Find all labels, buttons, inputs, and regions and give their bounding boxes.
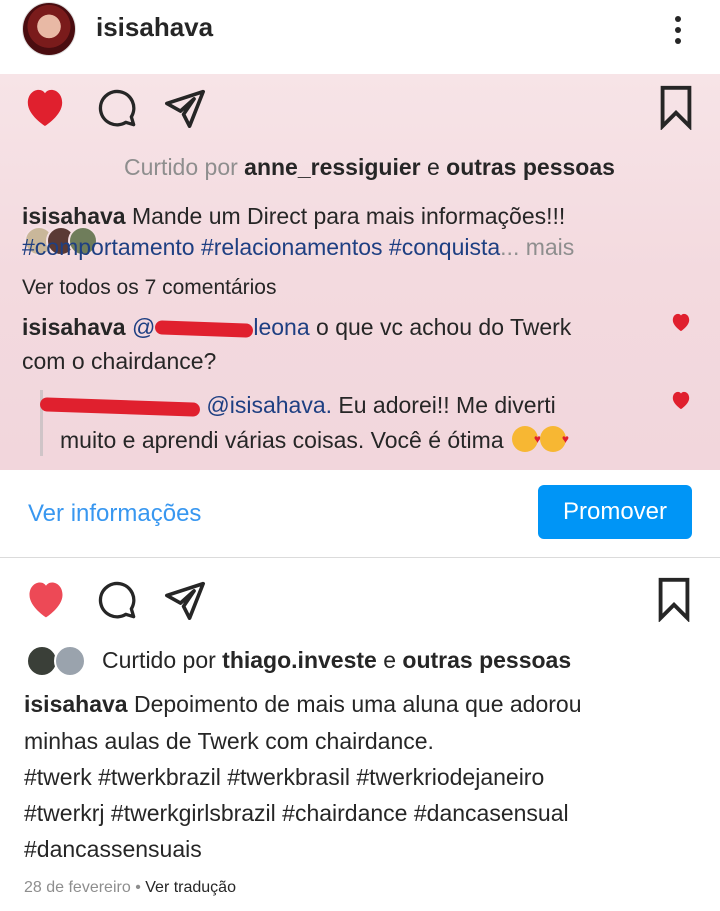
caption-line-2: minhas aulas de Twerk com chairdance. bbox=[24, 728, 434, 754]
kiss-emoji bbox=[540, 426, 569, 452]
post-footer: Curtido por thiago.investe e outras pess… bbox=[0, 558, 720, 911]
post-image: Curtido por anne_ressiguier e outras pes… bbox=[0, 74, 720, 470]
more-link: ... mais bbox=[500, 234, 575, 260]
comment-2-line-2: muito e aprendi várias coisas. Você é ót… bbox=[60, 426, 569, 454]
more-icon[interactable] bbox=[664, 12, 692, 48]
comment-2-line-1: @isisahava. Eu adorei!! Me diverti bbox=[39, 392, 556, 419]
promote-button[interactable]: Promover bbox=[538, 485, 692, 539]
comment-text: o que vc achou do Twerk bbox=[316, 314, 572, 340]
view-comments: Ver todos os 7 comentários bbox=[22, 276, 277, 299]
comment-text: Eu adorei!! Me diverti bbox=[338, 392, 556, 418]
heart-icon[interactable] bbox=[24, 578, 68, 620]
liked-by-others: outras pessoas bbox=[446, 154, 615, 180]
comment-heart-icon bbox=[672, 391, 690, 410]
view-insights-link[interactable]: Ver informações bbox=[28, 500, 201, 528]
liked-by-user[interactable]: thiago.investe bbox=[222, 647, 377, 673]
hashtags-line-2[interactable]: #twerkrj #twerkgirlsbrazil #chairdance #… bbox=[24, 800, 569, 827]
post-username[interactable]: isisahava bbox=[96, 12, 213, 43]
comment-icon bbox=[98, 89, 136, 127]
comment-mention-tail: leona bbox=[253, 314, 310, 340]
comment-1-line-2: com o chairdance? bbox=[22, 348, 217, 374]
liked-by-others[interactable]: outras pessoas bbox=[402, 647, 571, 673]
liked-by-line: Curtido por anne_ressiguier e outras pes… bbox=[124, 154, 615, 181]
caption-text: Depoimento de mais uma aluna que adorou bbox=[133, 691, 582, 717]
share-icon[interactable] bbox=[162, 580, 208, 620]
comment-heart-icon bbox=[672, 313, 690, 332]
redaction-mark bbox=[39, 397, 201, 417]
caption-line: isisahava Mande um Direct para mais info… bbox=[22, 203, 565, 230]
comment-1-line-1: isisahava @ leona o que vc achou do Twerk bbox=[22, 314, 571, 341]
liked-by-line[interactable]: Curtido por thiago.investe e outras pess… bbox=[102, 647, 571, 674]
insights-bar: Ver informações Promover bbox=[0, 470, 720, 558]
hashtags-line-3[interactable]: #dancassensuais bbox=[24, 836, 202, 863]
liked-by-conj: e bbox=[383, 647, 397, 673]
heart-icon bbox=[27, 89, 63, 127]
liker-avatars bbox=[26, 645, 90, 677]
kiss-emoji bbox=[512, 426, 541, 452]
caption-user[interactable]: isisahava bbox=[24, 691, 128, 717]
comment-mention: @ bbox=[131, 314, 156, 340]
caption-tags-line: #comportamento #relacionamentos #conquis… bbox=[22, 234, 574, 261]
bookmark-icon[interactable] bbox=[656, 576, 692, 622]
caption-user: isisahava bbox=[22, 203, 126, 229]
bookmark-icon bbox=[660, 85, 692, 130]
liked-by-prefix: Curtido por bbox=[102, 647, 216, 673]
liked-by-prefix: Curtido por bbox=[124, 154, 238, 180]
post-header: isisahava bbox=[0, 0, 720, 72]
share-icon bbox=[165, 89, 205, 128]
liked-by-conj: e bbox=[426, 154, 440, 180]
hashtags-line-1[interactable]: #twerk #twerkbrazil #twerkbrasil #twerkr… bbox=[24, 764, 544, 791]
comment-icon[interactable] bbox=[96, 580, 138, 620]
caption-line-1: isisahava Depoimento de mais uma aluna q… bbox=[24, 691, 582, 718]
comment-mention: @isisahava. bbox=[206, 392, 333, 418]
comment-text: muito e aprendi várias coisas. Você é ót… bbox=[60, 427, 504, 453]
comment-user: isisahava bbox=[22, 314, 126, 340]
see-translation-link[interactable]: Ver tradução bbox=[145, 879, 236, 896]
post-date: 28 de fevereiro bbox=[24, 879, 131, 896]
caption-text: Mande um Direct para mais informações!!! bbox=[131, 203, 566, 229]
meta-separator: • bbox=[135, 879, 141, 896]
redaction-mark bbox=[155, 320, 254, 338]
avatar[interactable] bbox=[22, 2, 76, 56]
post-meta: 28 de fevereiro • Ver tradução bbox=[24, 879, 236, 897]
liked-by-user: anne_ressiguier bbox=[244, 154, 421, 180]
caption-tags: #comportamento #relacionamentos #conquis… bbox=[22, 234, 501, 260]
